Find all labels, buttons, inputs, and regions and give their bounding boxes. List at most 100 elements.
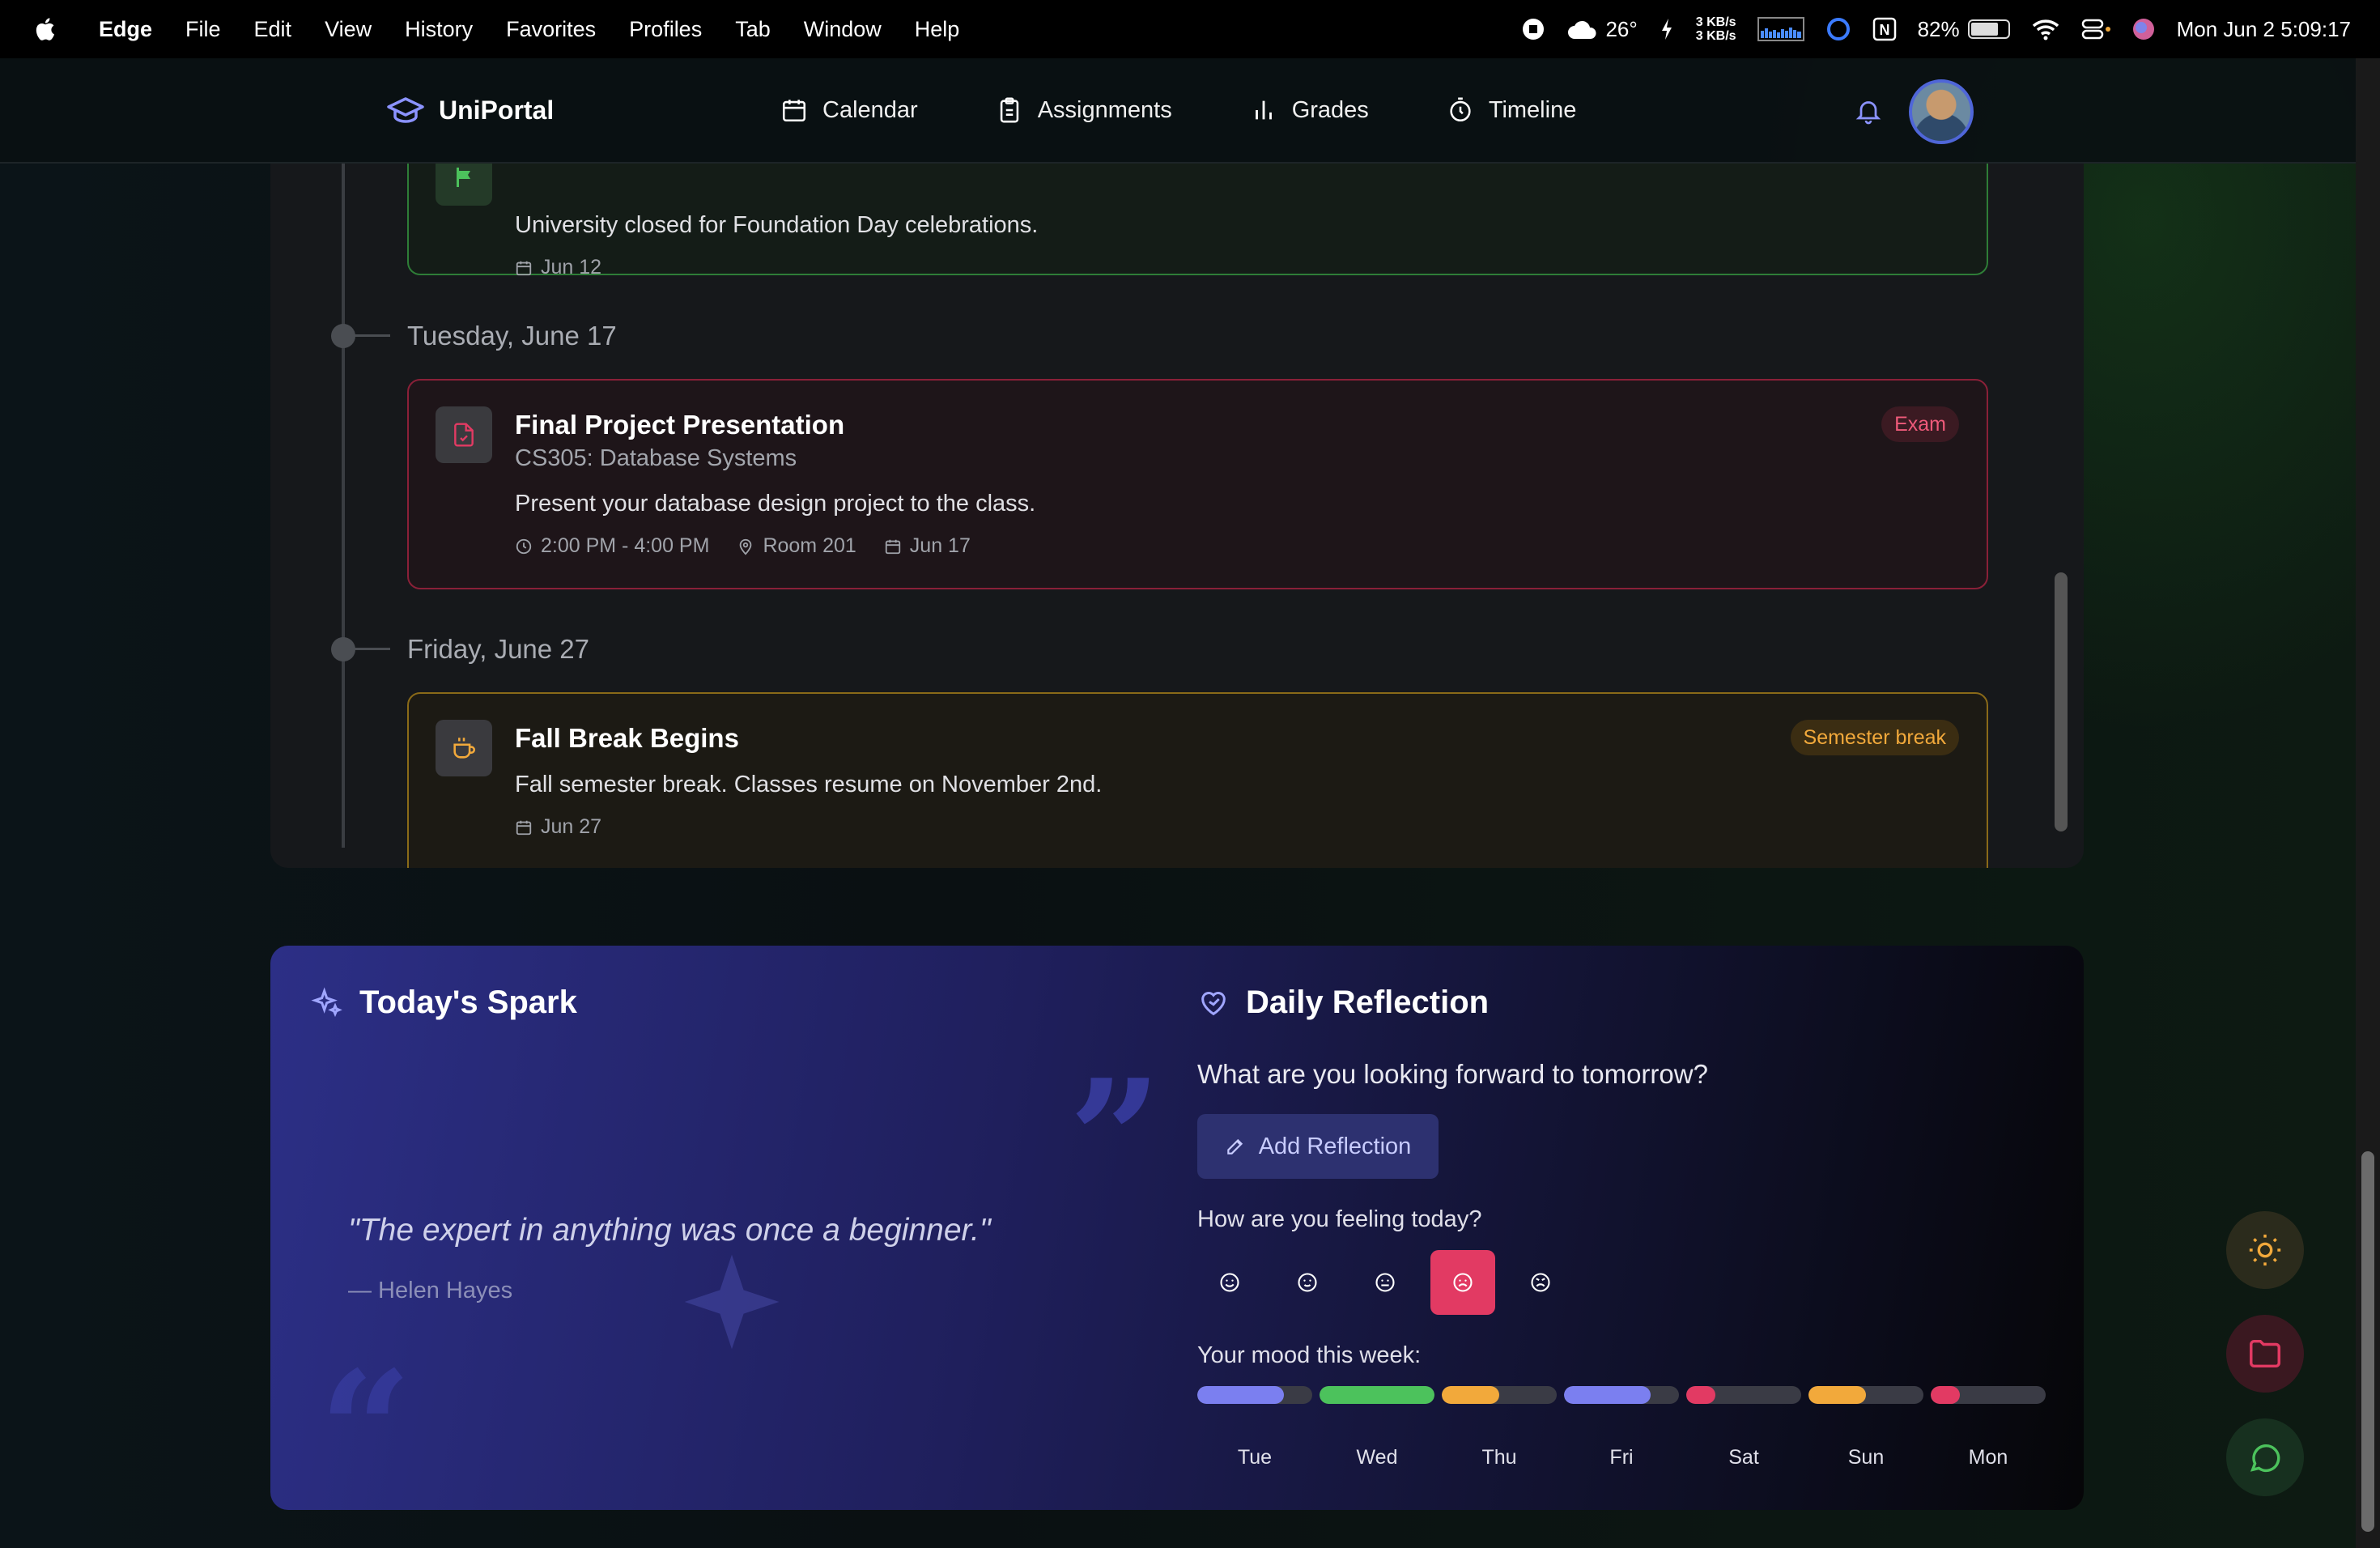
- feeling-label: How are you feeling today?: [1197, 1206, 1482, 1232]
- theme-toggle-button[interactable]: [2226, 1211, 2304, 1289]
- network-speed[interactable]: 3 KB/s 3 KB/s: [1696, 15, 1736, 43]
- timeline-scrollbar[interactable]: [2055, 164, 2068, 831]
- page-scrollbar-thumb[interactable]: [2361, 1151, 2374, 1532]
- nav-grades-label: Grades: [1291, 96, 1369, 123]
- nav-grades[interactable]: Grades: [1250, 96, 1369, 124]
- mood-neutral-button[interactable]: [1353, 1250, 1417, 1315]
- event-meta: 2:00 PM - 4:00 PM Room 201 Jun 17: [515, 534, 971, 558]
- weather[interactable]: 26°: [1566, 16, 1638, 42]
- brand[interactable]: UniPortal: [387, 96, 554, 125]
- clipboard-icon: [1000, 97, 1018, 123]
- mood-bar-thu: [1442, 1386, 1557, 1404]
- mood-bar-fill: [1564, 1386, 1651, 1404]
- frown-icon: [1453, 1273, 1473, 1292]
- nav-assignments-label: Assignments: [1037, 96, 1172, 123]
- calendar-icon: [516, 261, 532, 275]
- timeline-tick: [355, 648, 390, 650]
- menubar-clock[interactable]: Mon Jun 2 5:09:17: [2177, 17, 2351, 42]
- menu-view[interactable]: View: [325, 17, 372, 42]
- mood-sad-button[interactable]: [1430, 1250, 1495, 1315]
- timeline-panel: University closed for Foundation Day cel…: [270, 164, 2084, 868]
- menu-edit[interactable]: Edit: [254, 17, 292, 42]
- mood-bar-fill: [1442, 1386, 1499, 1404]
- nav-calendar[interactable]: Calendar: [780, 96, 918, 124]
- top-nav: UniPortal Calendar Assignments Grades Ti…: [0, 58, 2356, 164]
- event-title: Final Project Presentation: [515, 410, 845, 440]
- notion-icon[interactable]: N: [1872, 17, 1897, 41]
- open-quote-icon: “: [319, 1336, 413, 1511]
- reflection-title-text: Daily Reflection: [1246, 985, 1490, 1020]
- calendar-icon: [782, 100, 806, 122]
- event-card-holiday[interactable]: University closed for Foundation Day cel…: [407, 164, 1988, 279]
- mood-day-label: Sat: [1728, 1446, 1759, 1469]
- apple-icon[interactable]: [32, 15, 60, 43]
- timeline-line: [342, 164, 345, 848]
- status-area: 26° 3 KB/s 3 KB/s N 82% Mon Jun 2 5:09:1…: [1521, 0, 2351, 58]
- mood-bar-fill: [1320, 1386, 1434, 1404]
- add-reflection-button[interactable]: Add Reflection: [1197, 1114, 1439, 1179]
- mood-bar-fill: [1931, 1386, 1960, 1404]
- spark-title-text: Today's Spark: [359, 985, 577, 1020]
- cpu-graph[interactable]: [1757, 17, 1804, 41]
- event-date-text: Jun 27: [541, 815, 602, 838]
- svg-text:N: N: [1879, 22, 1889, 38]
- battery-status[interactable]: 82%: [1918, 17, 2010, 42]
- menu-favorites[interactable]: Favorites: [506, 17, 596, 42]
- bolt-icon[interactable]: [1659, 17, 1675, 41]
- timeline-dot: [331, 637, 355, 661]
- event-card-break[interactable]: Fall Break Begins Fall semester break. C…: [407, 692, 1988, 868]
- event-description: Present your database design project to …: [515, 491, 1036, 517]
- spark-quote: "The expert in anything was once a begin…: [348, 1213, 991, 1248]
- bell-icon[interactable]: [1854, 96, 1883, 126]
- event-title: Fall Break Begins: [515, 723, 739, 753]
- menu-history[interactable]: History: [405, 17, 473, 42]
- menu-tab[interactable]: Tab: [735, 17, 771, 42]
- sync-icon[interactable]: [1825, 16, 1851, 42]
- sun-icon: [2249, 1234, 2281, 1266]
- chat-icon: [2250, 1444, 2280, 1473]
- event-location: Room 201: [737, 534, 856, 558]
- mood-bar-tue: [1197, 1386, 1312, 1404]
- page-scrollbar[interactable]: [2356, 58, 2380, 1548]
- battery-icon: [1967, 19, 2010, 39]
- reflection-title: Daily Reflection: [1197, 985, 1489, 1021]
- menu-app[interactable]: Edge: [99, 17, 152, 42]
- chat-button[interactable]: [2226, 1418, 2304, 1496]
- event-icon: [436, 720, 492, 776]
- mood-day-label: Sun: [1847, 1446, 1885, 1469]
- menu-profiles[interactable]: Profiles: [629, 17, 702, 42]
- avatar[interactable]: [1909, 79, 1974, 144]
- event-date: Jun 17: [884, 534, 971, 558]
- event-date: Jun 27: [515, 815, 601, 839]
- record-icon[interactable]: [1521, 17, 1545, 41]
- nav-assignments[interactable]: Assignments: [996, 96, 1172, 124]
- menu-window[interactable]: Window: [804, 17, 882, 42]
- siri-icon[interactable]: [2131, 17, 2156, 41]
- menu-file[interactable]: File: [185, 17, 221, 42]
- day-label: Friday, June 27: [407, 634, 590, 664]
- event-card-exam[interactable]: Final Project Presentation CS305: Databa…: [407, 379, 1988, 589]
- mood-very-happy-button[interactable]: [1197, 1250, 1262, 1315]
- sparkle-decoration-icon: [684, 1254, 780, 1350]
- sparkles-icon: [311, 986, 342, 1017]
- heart-handshake-icon: [1201, 991, 1226, 1015]
- event-date-text: Jun 12: [541, 256, 602, 279]
- bar-chart-icon: [1255, 100, 1272, 120]
- timeline-scrollbar-thumb[interactable]: [2055, 572, 2068, 831]
- mood-bar-fill: [1686, 1386, 1715, 1404]
- reflection-prompt: What are you looking forward to tomorrow…: [1197, 1059, 1708, 1089]
- menu-help[interactable]: Help: [915, 17, 960, 42]
- nav-timeline[interactable]: Timeline: [1447, 96, 1576, 124]
- mood-happy-button[interactable]: [1275, 1250, 1340, 1315]
- file-check-icon: [454, 423, 474, 447]
- mood-angry-button[interactable]: [1508, 1250, 1573, 1315]
- control-center-icon[interactable]: [2081, 18, 2110, 40]
- weather-temp: 26°: [1605, 16, 1638, 41]
- event-badge-exam: Exam: [1881, 406, 1959, 442]
- event-description: University closed for Foundation Day cel…: [515, 212, 1039, 238]
- wifi-icon[interactable]: [2031, 18, 2060, 40]
- event-course: CS305: Database Systems: [515, 445, 797, 471]
- nav-links: Calendar Assignments Grades Timeline: [780, 96, 1576, 124]
- folder-button[interactable]: [2226, 1315, 2304, 1393]
- spark-title: Today's Spark: [311, 985, 577, 1021]
